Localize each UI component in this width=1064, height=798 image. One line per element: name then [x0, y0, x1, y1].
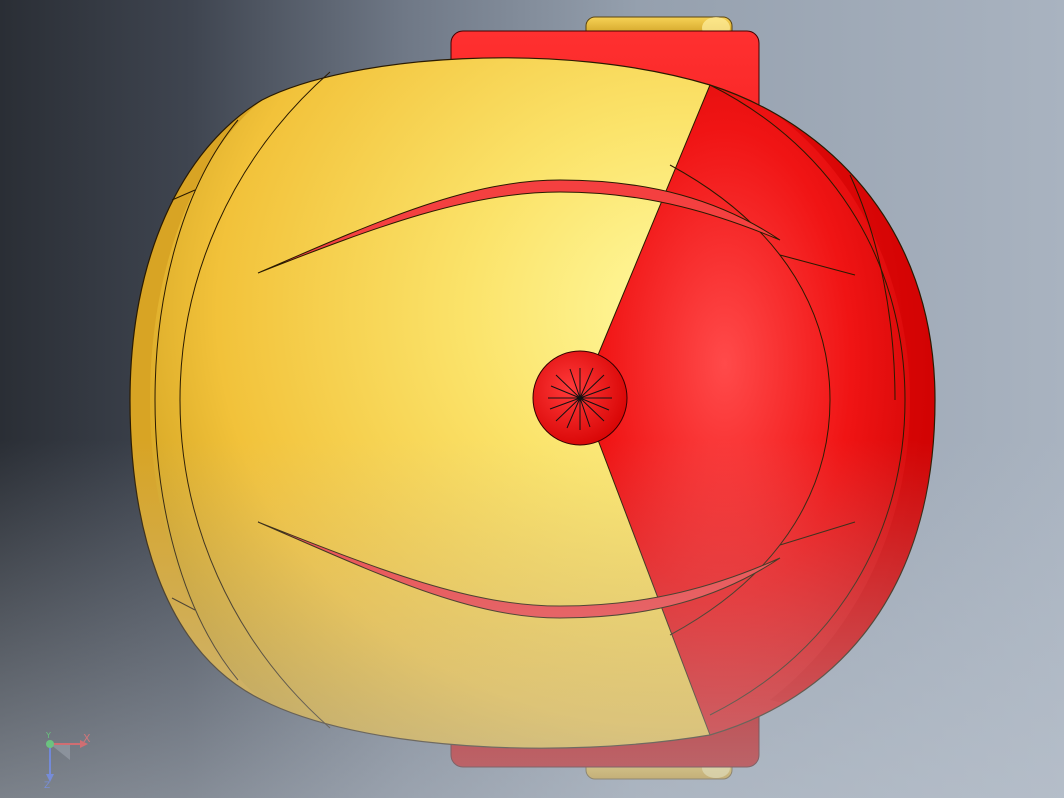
- y-axis-label: Y: [45, 731, 51, 740]
- x-axis-label: X: [83, 732, 91, 745]
- model-render[interactable]: [0, 0, 1064, 798]
- 3d-viewport[interactable]: X Y Z: [0, 0, 1064, 798]
- center-hub: [532, 350, 628, 446]
- y-axis-dot: [46, 740, 54, 748]
- z-axis-label: Z: [44, 781, 50, 788]
- orientation-triad[interactable]: X Y Z: [38, 728, 108, 788]
